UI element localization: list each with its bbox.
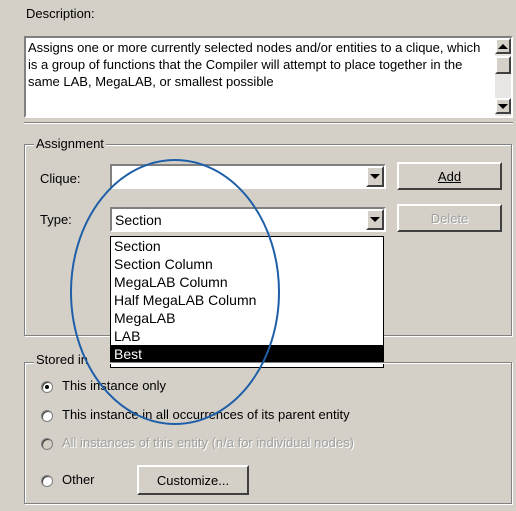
description-label: Description: [26,6,95,21]
type-option[interactable]: LAB [111,327,383,345]
description-scrollbar[interactable] [495,38,511,116]
add-button-label: Add [437,168,462,184]
stored-legend: Stored in [34,352,110,367]
radio-parent-entity[interactable] [41,410,53,422]
clique-label: Clique: [40,171,81,186]
radio-label: Other [62,472,95,487]
chevron-down-icon [370,174,380,179]
customize-button[interactable]: Customize... [137,465,249,495]
scroll-up-button[interactable] [495,38,511,54]
type-option[interactable]: Section [111,237,383,255]
divider [24,122,513,124]
type-dropdown-list[interactable]: Section Section Column MegaLAB Column Ha… [110,236,384,368]
assignment-legend: Assignment [34,136,106,151]
customize-button-label: Customize... [156,472,230,488]
radio-dot-icon [45,385,49,389]
chevron-down-icon [370,217,380,222]
type-combobox[interactable]: Section [110,207,386,232]
type-option[interactable]: Section Column [111,255,383,273]
scroll-down-button[interactable] [495,98,511,114]
arrow-down-icon [498,103,508,109]
clique-combobox[interactable] [110,164,386,189]
type-option[interactable]: MegaLAB Column [111,273,383,291]
radio-label: This instance in all occurrences of its … [62,407,350,422]
radio-this-instance[interactable] [41,381,53,393]
delete-button-label: Delete [430,210,469,226]
type-option-selected[interactable]: Best [111,345,383,363]
scroll-thumb[interactable] [495,56,511,74]
type-option[interactable]: Half MegaLAB Column [111,291,383,309]
clique-dropdown-button[interactable] [366,166,384,187]
type-dropdown-button[interactable] [366,209,384,230]
description-text: Assigns one or more currently selected n… [28,40,481,89]
delete-button[interactable]: Delete [397,204,502,232]
radio-label: All instances of this entity (n/a for in… [62,435,354,450]
radio-label: This instance only [62,378,167,393]
type-option[interactable]: MegaLAB [111,309,383,327]
arrow-up-icon [498,43,508,49]
radio-other[interactable] [41,475,53,487]
type-label: Type: [40,212,72,227]
radio-all-instances[interactable] [41,438,53,450]
type-value: Section [115,212,162,228]
description-box: Assigns one or more currently selected n… [24,36,513,118]
add-button[interactable]: Add [397,162,502,190]
